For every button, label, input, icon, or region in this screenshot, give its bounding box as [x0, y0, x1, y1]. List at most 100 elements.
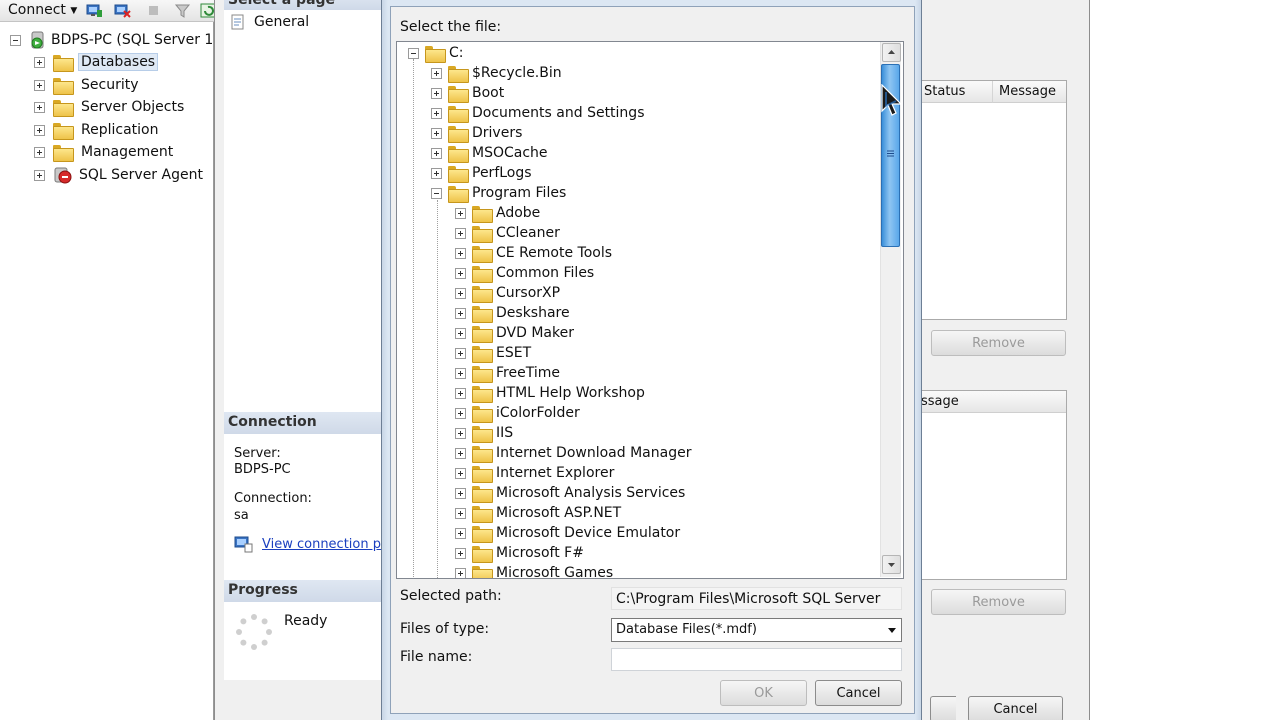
connect-button[interactable]: Connect ▼	[8, 1, 77, 20]
view-connection-properties-link[interactable]: View connection pro	[234, 535, 394, 553]
mouse-pointer-icon	[881, 84, 903, 116]
expand-icon[interactable]	[455, 327, 466, 339]
expand-icon[interactable]	[455, 207, 466, 219]
collapse-icon[interactable]	[408, 47, 419, 59]
files-of-type-select[interactable]: Database Files(*.mdf)	[611, 618, 902, 642]
tree-node-folder[interactable]: Microsoft ASP.NET	[455, 503, 621, 523]
collapse-icon[interactable]	[10, 34, 21, 46]
grid-header-message-partial[interactable]: ssage	[918, 391, 1066, 413]
expand-icon[interactable]	[455, 227, 466, 239]
tree-node-folder[interactable]: DVD Maker	[455, 323, 574, 343]
expand-icon[interactable]	[431, 67, 442, 79]
expand-icon[interactable]	[431, 167, 442, 179]
tree-node-folder[interactable]: Boot	[431, 83, 504, 103]
selected-path-field[interactable]: C:\Program Files\Microsoft SQL Server	[611, 587, 902, 610]
file-name-input[interactable]	[611, 648, 902, 671]
tree-node-folder[interactable]: Deskshare	[455, 303, 570, 323]
expand-icon[interactable]	[431, 127, 442, 139]
tree-node-sql-server-agent[interactable]: SQL Server Agent	[34, 165, 203, 185]
tree-node-folder[interactable]: Common Files	[455, 263, 594, 283]
tree-node-folder[interactable]: Internet Explorer	[455, 463, 614, 483]
expand-icon[interactable]	[455, 507, 466, 519]
expand-icon[interactable]	[455, 567, 466, 578]
ok-button-background[interactable]	[930, 696, 956, 720]
expand-icon[interactable]	[34, 56, 45, 68]
ok-button[interactable]: OK	[720, 680, 807, 706]
cancel-button-background[interactable]: Cancel	[968, 696, 1063, 720]
expand-icon[interactable]	[34, 101, 45, 113]
expand-icon[interactable]	[34, 79, 45, 91]
tree-node-server-objects[interactable]: Server Objects	[34, 97, 184, 117]
filter-icon[interactable]	[174, 3, 191, 18]
expand-icon[interactable]	[34, 146, 45, 158]
object-explorer: Connect ▼ BDPS-PC (SQL Server 10 Databas…	[0, 0, 222, 720]
expand-icon[interactable]	[455, 547, 466, 559]
scroll-up-button[interactable]	[882, 43, 901, 62]
tree-node-folder[interactable]: CE Remote Tools	[455, 243, 612, 263]
tree-node-label: Replication	[81, 122, 159, 138]
expand-icon[interactable]	[455, 347, 466, 359]
databases-grid[interactable]: Status Message	[917, 80, 1067, 320]
expand-icon[interactable]	[455, 367, 466, 379]
tree-node-c-drive[interactable]: C:	[408, 43, 464, 63]
tree-node-databases[interactable]: Databases	[34, 52, 159, 72]
expand-icon[interactable]	[455, 527, 466, 539]
server-value: BDPS-PC	[234, 462, 291, 477]
expand-icon[interactable]	[455, 407, 466, 419]
tree-node-management[interactable]: Management	[34, 142, 173, 162]
expand-icon[interactable]	[455, 487, 466, 499]
expand-icon[interactable]	[455, 387, 466, 399]
tree-node-folder[interactable]: Adobe	[455, 203, 540, 223]
expand-icon[interactable]	[455, 307, 466, 319]
tree-node-folder[interactable]: IIS	[455, 423, 513, 443]
stop-icon[interactable]	[146, 3, 163, 18]
page-item-general[interactable]: General	[230, 14, 309, 30]
expand-icon[interactable]	[455, 267, 466, 279]
tree-node-folder[interactable]: iColorFolder	[455, 403, 580, 423]
tree-node-folder[interactable]: ESET	[455, 343, 531, 363]
connect-label: Connect	[8, 2, 66, 18]
database-details-grid[interactable]: ssage	[917, 390, 1067, 580]
tree-node-folder[interactable]: Microsoft Games	[455, 563, 613, 578]
expand-icon[interactable]	[455, 427, 466, 439]
expand-icon[interactable]	[34, 124, 45, 136]
tree-node-replication[interactable]: Replication	[34, 120, 158, 140]
tree-node-folder[interactable]: $Recycle.Bin	[431, 63, 562, 83]
tree-node-program-files[interactable]: Program Files	[431, 183, 566, 203]
tree-node-folder[interactable]: Documents and Settings	[431, 103, 644, 123]
register-server-icon[interactable]	[86, 3, 103, 18]
expand-icon[interactable]	[455, 287, 466, 299]
grid-header-status[interactable]: Status	[918, 81, 992, 103]
dropdown-arrow-icon[interactable]	[888, 628, 896, 633]
tree-node-folder[interactable]: Microsoft F#	[455, 543, 584, 563]
scroll-down-button[interactable]	[882, 555, 901, 574]
tree-node-folder[interactable]: Microsoft Analysis Services	[455, 483, 685, 503]
disconnect-icon[interactable]	[114, 3, 131, 18]
expand-icon[interactable]	[431, 87, 442, 99]
expand-icon[interactable]	[455, 467, 466, 479]
tree-node-folder[interactable]: MSOCache	[431, 143, 548, 163]
tree-node-folder[interactable]: CursorXP	[455, 283, 560, 303]
file-tree[interactable]: C: $Recycle.Bin Boot Documents and Setti…	[396, 41, 904, 579]
tree-node-folder[interactable]: CCleaner	[455, 223, 560, 243]
tree-node-folder[interactable]: Internet Download Manager	[455, 443, 691, 463]
grid-header-message[interactable]: Message	[992, 81, 1066, 103]
expand-icon[interactable]	[431, 107, 442, 119]
server-node[interactable]: BDPS-PC (SQL Server 10	[10, 30, 222, 50]
tree-node-folder[interactable]: Drivers	[431, 123, 522, 143]
folder-icon	[472, 425, 493, 443]
folder-icon	[53, 99, 74, 117]
tree-node-security[interactable]: Security	[34, 75, 139, 95]
tree-node-folder[interactable]: Microsoft Device Emulator	[455, 523, 680, 543]
remove-button-bottom[interactable]: Remove	[931, 589, 1066, 615]
expand-icon[interactable]	[455, 447, 466, 459]
expand-icon[interactable]	[431, 147, 442, 159]
expand-icon[interactable]	[34, 169, 45, 181]
remove-button-top[interactable]: Remove	[931, 330, 1066, 356]
cancel-button[interactable]: Cancel	[815, 680, 902, 706]
expand-icon[interactable]	[455, 247, 466, 259]
tree-node-folder[interactable]: HTML Help Workshop	[455, 383, 645, 403]
collapse-icon[interactable]	[431, 187, 442, 199]
tree-node-folder[interactable]: FreeTime	[455, 363, 560, 383]
tree-node-folder[interactable]: PerfLogs	[431, 163, 532, 183]
